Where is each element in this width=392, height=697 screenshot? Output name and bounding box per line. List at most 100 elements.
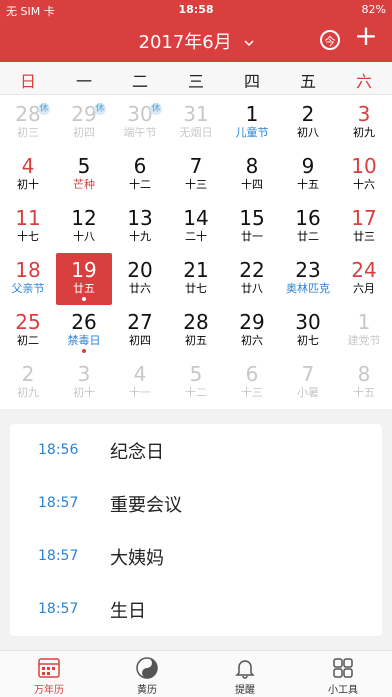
day-cell[interactable]: 29 初四休	[56, 97, 112, 149]
day-cell[interactable]: 20 廿六	[112, 253, 168, 305]
event-item[interactable]: 18:56 纪念日	[10, 424, 382, 477]
lunar-label: 廿六	[129, 282, 151, 295]
lunar-label: 奥林匹克	[286, 282, 330, 295]
day-cell[interactable]: 18 父亲节	[0, 253, 56, 305]
tab-label: 提醒	[235, 685, 255, 696]
day-number: 3	[357, 102, 371, 126]
lunar-label: 二十	[185, 230, 207, 243]
day-number: 4	[21, 154, 35, 178]
day-cell[interactable]: 5 十二	[168, 357, 224, 409]
day-cell[interactable]: 28 初五	[168, 305, 224, 357]
day-cell[interactable]: 13 十九	[112, 201, 168, 253]
day-number: 8	[357, 362, 371, 386]
day-cell[interactable]: 26 禁毒日	[56, 305, 112, 357]
lunar-label: 十四	[241, 178, 263, 191]
bell-icon	[235, 660, 255, 679]
day-cell[interactable]: 2 初九	[0, 357, 56, 409]
day-number: 9	[301, 154, 315, 178]
weekday-header: 日 一 二 三 四 五 六	[0, 62, 392, 95]
day-cell[interactable]: 17 廿三	[336, 201, 392, 253]
day-number: 28	[183, 310, 209, 334]
tab-reminder[interactable]: 提醒	[196, 651, 294, 697]
day-cell[interactable]: 1 建党节	[336, 305, 392, 357]
day-cell[interactable]: 16 廿二	[280, 201, 336, 253]
day-number: 25	[15, 310, 41, 334]
event-item[interactable]: 18:57 生日	[10, 583, 382, 636]
add-event-button[interactable]: +	[354, 22, 378, 50]
lunar-label: 初五	[185, 334, 207, 347]
today-button[interactable]: 今	[320, 30, 340, 50]
tab-almanac[interactable]: 黄历	[98, 651, 196, 697]
lunar-label: 十六	[353, 178, 375, 191]
day-number: 7	[189, 154, 203, 178]
day-cell[interactable]: 27 初四	[112, 305, 168, 357]
lunar-label: 十二	[129, 178, 151, 191]
day-number: 19	[71, 258, 97, 282]
lunar-label: 十三	[185, 178, 207, 191]
day-cell[interactable]: 31 无烟日	[168, 97, 224, 149]
day-number: 13	[127, 206, 153, 230]
yin-yang-icon	[136, 657, 158, 679]
day-number: 4	[133, 362, 147, 386]
day-cell[interactable]: 24 六月	[336, 253, 392, 305]
day-number: 6	[245, 362, 259, 386]
day-number: 6	[133, 154, 147, 178]
day-cell-today[interactable]: 19 廿五	[56, 253, 112, 305]
tab-tools[interactable]: 小工具	[294, 651, 392, 697]
day-cell[interactable]: 22 廿八	[224, 253, 280, 305]
day-cell[interactable]: 6 十二	[112, 149, 168, 201]
lunar-label: 小暑	[297, 386, 319, 399]
day-cell[interactable]: 5 芒种	[56, 149, 112, 201]
day-number: 27	[127, 310, 153, 334]
day-cell[interactable]: 3 初十	[56, 357, 112, 409]
clock: 18:58	[178, 3, 214, 16]
day-cell[interactable]: 7 十三	[168, 149, 224, 201]
day-cell[interactable]: 6 十三	[224, 357, 280, 409]
day-cell[interactable]: 11 十七	[0, 201, 56, 253]
lunar-label: 十五	[353, 386, 375, 399]
day-cell[interactable]: 15 廿一	[224, 201, 280, 253]
day-cell[interactable]: 7 小暑	[280, 357, 336, 409]
lunar-label: 廿五	[73, 282, 95, 295]
day-number: 20	[127, 258, 153, 282]
day-cell[interactable]: 29 初六	[224, 305, 280, 357]
tab-label: 黄历	[137, 685, 157, 696]
day-cell[interactable]: 8 十四	[224, 149, 280, 201]
lunar-label: 初四	[73, 126, 95, 139]
lunar-label: 廿二	[297, 230, 319, 243]
lunar-label: 十九	[129, 230, 151, 243]
day-cell[interactable]: 23 奥林匹克	[280, 253, 336, 305]
day-cell[interactable]: 4 十一	[112, 357, 168, 409]
day-cell[interactable]: 2 初八	[280, 97, 336, 149]
day-number: 12	[71, 206, 97, 230]
day-cell[interactable]: 14 二十	[168, 201, 224, 253]
event-item[interactable]: 18:57 大姨妈	[10, 530, 382, 583]
lunar-label: 廿八	[241, 282, 263, 295]
day-number: 1	[357, 310, 371, 334]
day-cell[interactable]: 21 廿七	[168, 253, 224, 305]
day-cell[interactable]: 25 初二	[0, 305, 56, 357]
day-cell[interactable]: 10 十六	[336, 149, 392, 201]
day-cell[interactable]: 8 十五	[336, 357, 392, 409]
day-number: 15	[239, 206, 265, 230]
weekday-mon: 一	[75, 72, 92, 91]
event-item[interactable]: 18:57 重要会议	[10, 477, 382, 530]
day-cell[interactable]: 30 端午节休	[112, 97, 168, 149]
day-number: 11	[15, 206, 41, 230]
day-cell[interactable]: 9 十五	[280, 149, 336, 201]
day-cell[interactable]: 1 儿童节	[224, 97, 280, 149]
day-cell[interactable]: 12 十八	[56, 201, 112, 253]
lunar-label: 十三	[241, 386, 263, 399]
lunar-label: 建党节	[347, 334, 381, 347]
lunar-label: 十八	[73, 230, 95, 243]
lunar-label: 初九	[17, 386, 39, 399]
day-cell[interactable]: 28 初三休	[0, 97, 56, 149]
day-number: 31	[183, 102, 209, 126]
tab-calendar[interactable]: 万年历	[0, 651, 98, 697]
status-bar: 无 SIM 卡 18:58 82%	[0, 0, 392, 20]
lunar-label: 廿三	[353, 230, 375, 243]
day-cell[interactable]: 4 初十	[0, 149, 56, 201]
lunar-label: 十五	[297, 178, 319, 191]
day-cell[interactable]: 3 初九	[336, 97, 392, 149]
day-cell[interactable]: 30 初七	[280, 305, 336, 357]
